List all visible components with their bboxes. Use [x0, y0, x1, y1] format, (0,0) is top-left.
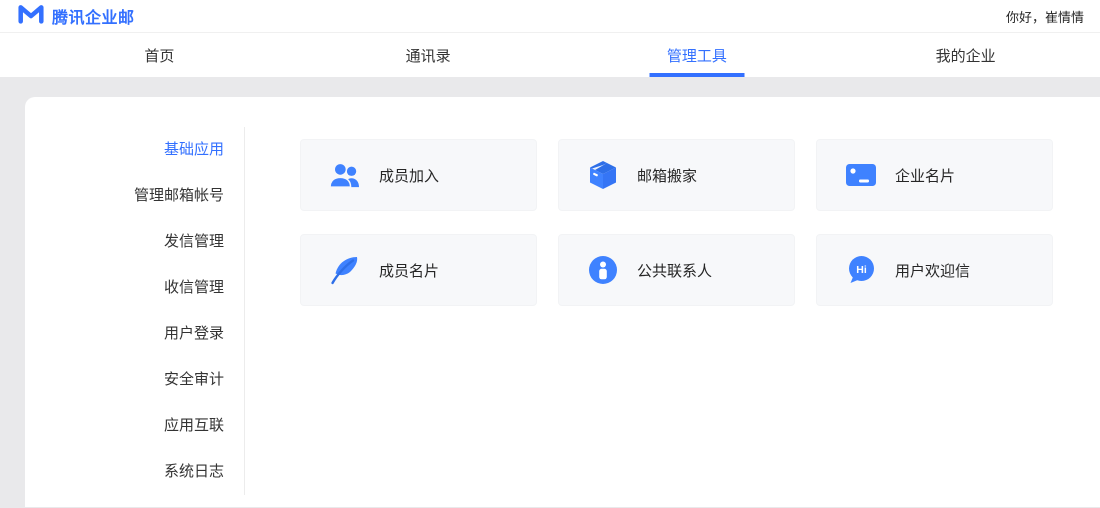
main-nav: 首页 通讯录 管理工具 我的企业 — [0, 33, 1100, 77]
hi-bubble-text: Hi — [856, 264, 867, 276]
app-title: 腾讯企业邮 — [52, 4, 135, 28]
sidebar: 基础应用 管理邮箱帐号 发信管理 收信管理 用户登录 安全审计 应用互联 系统日… — [25, 97, 245, 507]
card-welcome-letter[interactable]: Hi 用户欢迎信 — [816, 234, 1053, 306]
sidebar-item-incoming-management[interactable]: 收信管理 — [25, 265, 244, 311]
welcome-letter-icon: Hi — [845, 254, 877, 286]
sidebar-item-security-audit[interactable]: 安全审计 — [25, 357, 244, 403]
sidebar-item-basic-apps[interactable]: 基础应用 — [25, 127, 244, 173]
members-join-icon — [329, 159, 361, 191]
card-label: 成员名片 — [379, 260, 439, 281]
sidebar-item-outgoing-management[interactable]: 发信管理 — [25, 219, 244, 265]
card-label: 成员加入 — [379, 165, 439, 186]
tab-home[interactable]: 首页 — [25, 33, 294, 77]
card-public-contacts[interactable]: 公共联系人 — [558, 234, 795, 306]
tab-contacts[interactable]: 通讯录 — [294, 33, 563, 77]
public-contacts-icon — [587, 254, 619, 286]
top-header: 腾讯企业邮 你好，崔情情 — [0, 0, 1100, 33]
main-panel: 基础应用 管理邮箱帐号 发信管理 收信管理 用户登录 安全审计 应用互联 系统日… — [25, 97, 1100, 507]
card-label: 用户欢迎信 — [895, 260, 970, 281]
card-members-join[interactable]: 成员加入 — [300, 139, 537, 211]
sidebar-item-user-login[interactable]: 用户登录 — [25, 311, 244, 357]
card-member-card[interactable]: 成员名片 — [300, 234, 537, 306]
tab-my-company[interactable]: 我的企业 — [831, 33, 1100, 77]
member-card-icon — [329, 254, 361, 286]
page-background: 基础应用 管理邮箱帐号 发信管理 收信管理 用户登录 安全审计 应用互联 系统日… — [0, 77, 1100, 507]
card-label: 企业名片 — [895, 165, 955, 186]
mailbox-move-icon — [587, 159, 619, 191]
sidebar-list: 基础应用 管理邮箱帐号 发信管理 收信管理 用户登录 安全审计 应用互联 系统日… — [25, 127, 245, 495]
sidebar-item-system-logs[interactable]: 系统日志 — [25, 449, 244, 495]
app-logo[interactable]: 腾讯企业邮 — [17, 3, 135, 30]
company-card-icon — [845, 159, 877, 191]
sidebar-item-app-integration[interactable]: 应用互联 — [25, 403, 244, 449]
tab-admin-tools[interactable]: 管理工具 — [563, 33, 832, 77]
card-label: 邮箱搬家 — [637, 165, 697, 186]
user-greeting: 你好，崔情情 — [1006, 7, 1084, 26]
content-area: 成员加入 邮箱搬家 — [245, 97, 1053, 507]
exmail-logo-icon — [17, 3, 45, 30]
sidebar-item-manage-accounts[interactable]: 管理邮箱帐号 — [25, 173, 244, 219]
card-label: 公共联系人 — [637, 260, 712, 281]
app-card-grid: 成员加入 邮箱搬家 — [300, 139, 1053, 306]
card-company-card[interactable]: 企业名片 — [816, 139, 1053, 211]
card-mailbox-move[interactable]: 邮箱搬家 — [558, 139, 795, 211]
